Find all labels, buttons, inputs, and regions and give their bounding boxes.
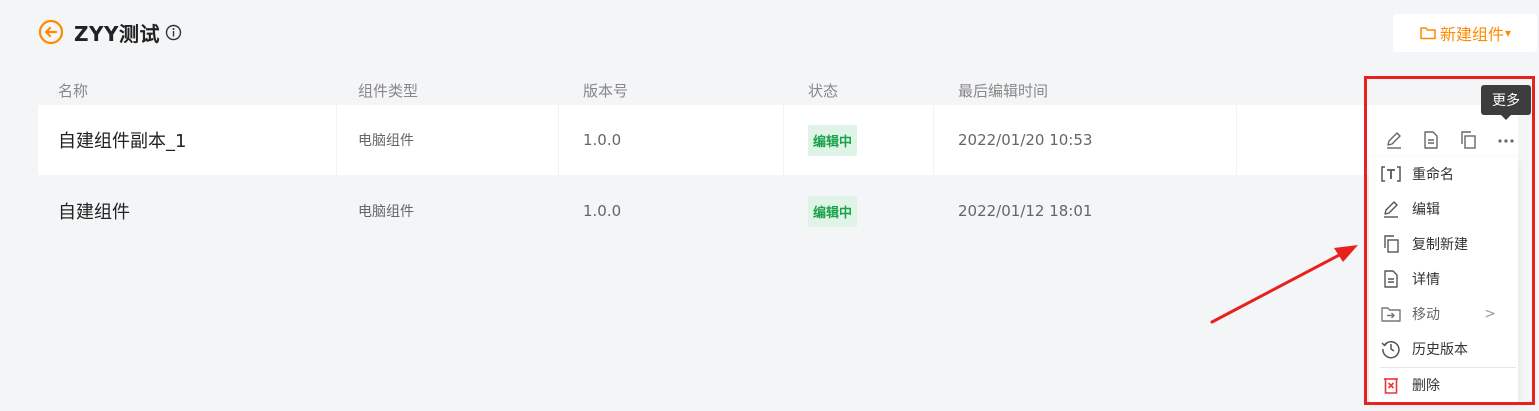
- pencil-icon: [1380, 198, 1402, 220]
- back-icon[interactable]: [38, 19, 64, 45]
- row-name[interactable]: 自建组件副本_1: [58, 105, 186, 175]
- row-last-edited: 2022/01/20 10:53: [958, 131, 1093, 149]
- row-type: 电脑组件: [358, 133, 414, 149]
- history-icon: [1380, 338, 1402, 360]
- more-menu: 重命名 编辑 复制新建 详情 移动 > 历史版本 删除: [1369, 157, 1518, 403]
- row-name[interactable]: 自建组件: [58, 176, 130, 246]
- column-header-type: 组件类型: [358, 82, 419, 100]
- document-icon: [1380, 268, 1402, 290]
- new-component-button[interactable]: 新建组件 ▾: [1393, 14, 1537, 52]
- row-last-edited: 2022/01/12 18:01: [958, 202, 1093, 220]
- table-header: 名称 组件类型 版本号 状态 最后编辑时间: [38, 74, 1518, 104]
- menu-item-delete[interactable]: 删除: [1369, 368, 1518, 402]
- new-component-label: 新建组件: [1439, 25, 1504, 44]
- copy-icon: [1380, 233, 1402, 255]
- row-version: 1.0.0: [583, 202, 622, 220]
- status-badge: 编辑中: [808, 124, 858, 156]
- column-header-last-edited: 最后编辑时间: [958, 82, 1049, 100]
- menu-item-label: 重命名: [1412, 167, 1454, 183]
- more-tooltip: 更多: [1481, 85, 1531, 120]
- folder-move-icon: [1380, 303, 1402, 325]
- table-row[interactable]: 自建组件 电脑组件 1.0.0 编辑中 2022/01/12 18:01: [38, 176, 1518, 246]
- page-header: ZYY测试: [38, 18, 182, 46]
- page-title: ZYY测试: [74, 21, 160, 46]
- copy-icon[interactable]: [1457, 129, 1479, 151]
- column-header-name: 名称: [58, 82, 89, 100]
- menu-item-label: 编辑: [1412, 202, 1440, 218]
- menu-item-copy-new[interactable]: 复制新建: [1369, 227, 1518, 261]
- column-header-version: 版本号: [583, 82, 629, 100]
- chevron-right-icon: >: [1484, 306, 1496, 322]
- menu-item-details[interactable]: 详情: [1369, 262, 1518, 296]
- folder-icon: [1419, 25, 1437, 41]
- column-header-status: 状态: [808, 82, 839, 100]
- menu-item-label: 移动: [1412, 307, 1440, 323]
- menu-item-move[interactable]: 移动 >: [1369, 297, 1518, 331]
- menu-item-edit[interactable]: 编辑: [1369, 192, 1518, 226]
- trash-icon: [1380, 374, 1402, 396]
- menu-item-rename[interactable]: 重命名: [1369, 157, 1518, 191]
- info-icon[interactable]: [165, 24, 182, 41]
- rename-icon: [1380, 163, 1402, 185]
- menu-item-history[interactable]: 历史版本: [1369, 332, 1518, 366]
- row-type: 电脑组件: [358, 204, 414, 220]
- menu-item-label: 历史版本: [1412, 342, 1468, 358]
- row-version: 1.0.0: [583, 131, 622, 149]
- menu-item-label: 复制新建: [1412, 237, 1468, 253]
- menu-item-label: 删除: [1412, 378, 1440, 394]
- table-row[interactable]: 自建组件副本_1 电脑组件 1.0.0 编辑中 2022/01/20 10:53: [38, 105, 1518, 175]
- menu-item-label: 详情: [1412, 272, 1440, 288]
- document-icon[interactable]: [1420, 129, 1442, 151]
- status-badge: 编辑中: [808, 195, 858, 227]
- edit-pencil-icon[interactable]: [1383, 129, 1405, 151]
- more-icon[interactable]: [1495, 129, 1517, 151]
- chevron-down-icon: ▾: [1504, 26, 1512, 40]
